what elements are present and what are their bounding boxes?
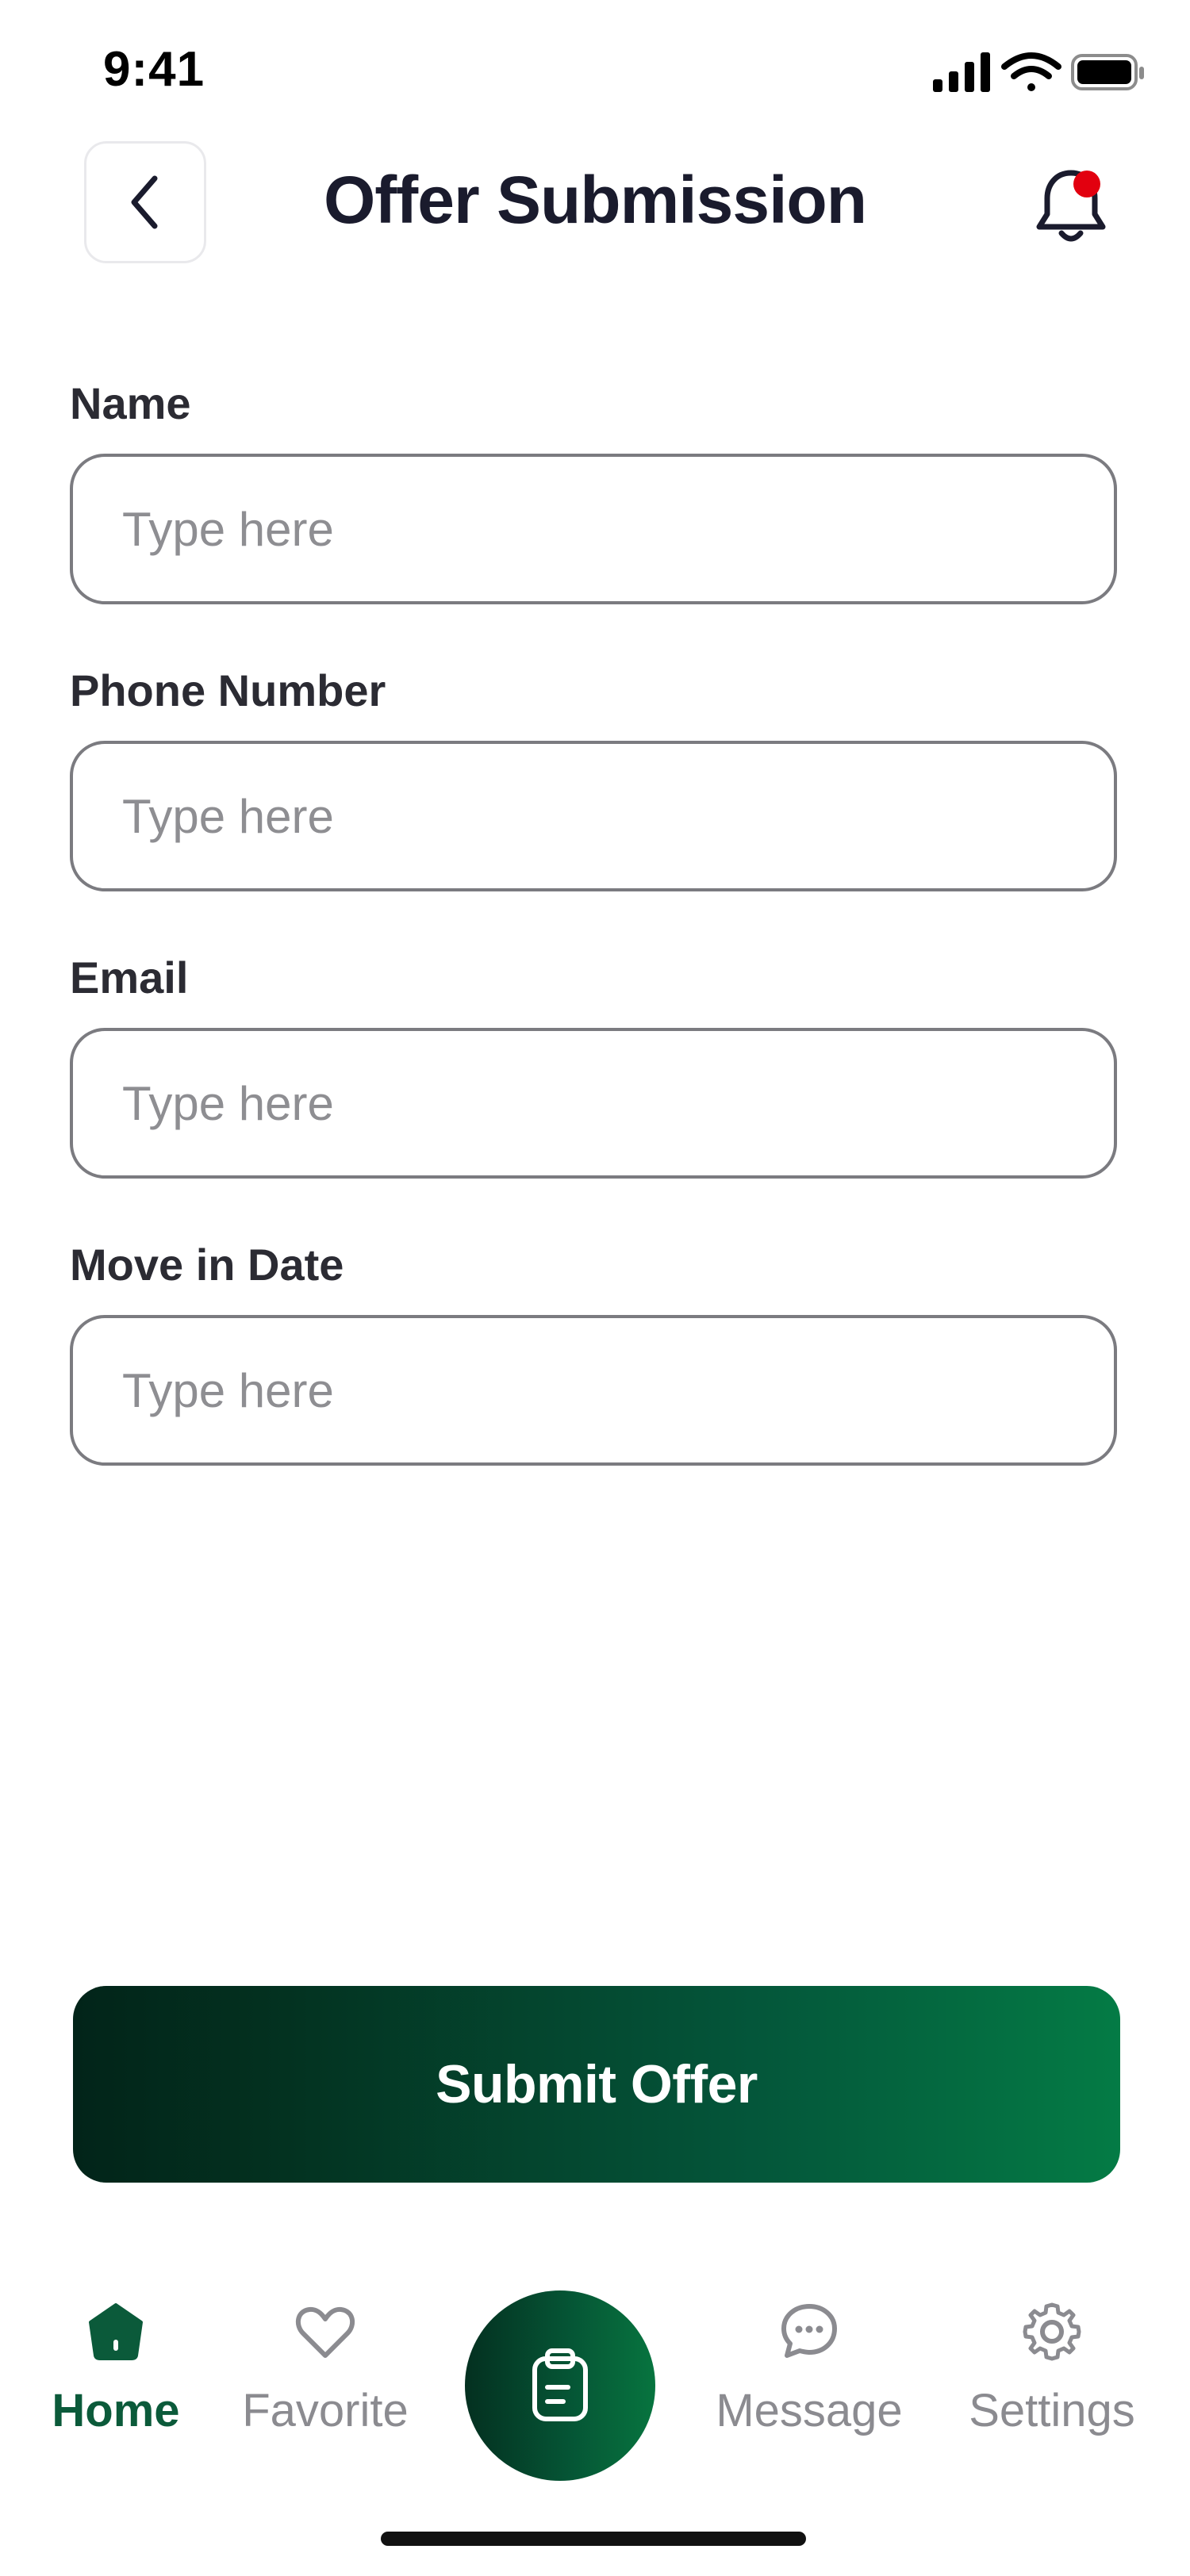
nav-settings-label: Settings (969, 2385, 1135, 2436)
home-indicator (381, 2532, 806, 2546)
nav-message[interactable]: Message (706, 2300, 912, 2437)
status-icons (933, 52, 1144, 92)
nav-favorite[interactable]: Favorite (222, 2300, 428, 2437)
nav-message-label: Message (716, 2385, 903, 2436)
status-time: 9:41 (103, 42, 205, 97)
clipboard-icon (532, 2348, 588, 2421)
name-field[interactable] (70, 454, 1117, 604)
chevron-left-icon (131, 175, 158, 229)
chat-icon (781, 2304, 837, 2358)
move-in-date-input[interactable] (121, 1362, 1114, 1419)
phone-field[interactable] (70, 741, 1117, 891)
home-icon (89, 2303, 143, 2360)
phone-input[interactable] (121, 788, 1114, 845)
page-title: Offer Submission (323, 163, 867, 237)
nav-home-label: Home (52, 2385, 180, 2436)
email-input[interactable] (121, 1075, 1114, 1132)
nav-home[interactable]: Home (13, 2300, 219, 2437)
bell-icon (1036, 170, 1106, 242)
move-in-date-label: Move in Date (70, 1240, 344, 1290)
email-field[interactable] (70, 1028, 1117, 1179)
center-action-button[interactable] (465, 2290, 655, 2481)
signal-icon (933, 52, 990, 92)
nav-settings[interactable]: Settings (949, 2300, 1155, 2437)
notification-dot (1073, 171, 1100, 197)
gear-icon (1023, 2302, 1081, 2361)
move-in-date-field[interactable] (70, 1315, 1117, 1466)
name-label: Name (70, 378, 191, 428)
wifi-icon (1001, 52, 1061, 91)
email-label: Email (70, 953, 189, 1002)
name-input[interactable] (121, 500, 1114, 558)
back-button[interactable] (84, 141, 206, 263)
heart-icon (295, 2306, 355, 2358)
phone-label: Phone Number (70, 665, 386, 715)
notification-button[interactable] (1023, 159, 1119, 254)
nav-favorite-label: Favorite (242, 2385, 409, 2436)
battery-icon (1071, 54, 1144, 90)
submit-offer-button[interactable]: Submit Offer (73, 1986, 1120, 2183)
